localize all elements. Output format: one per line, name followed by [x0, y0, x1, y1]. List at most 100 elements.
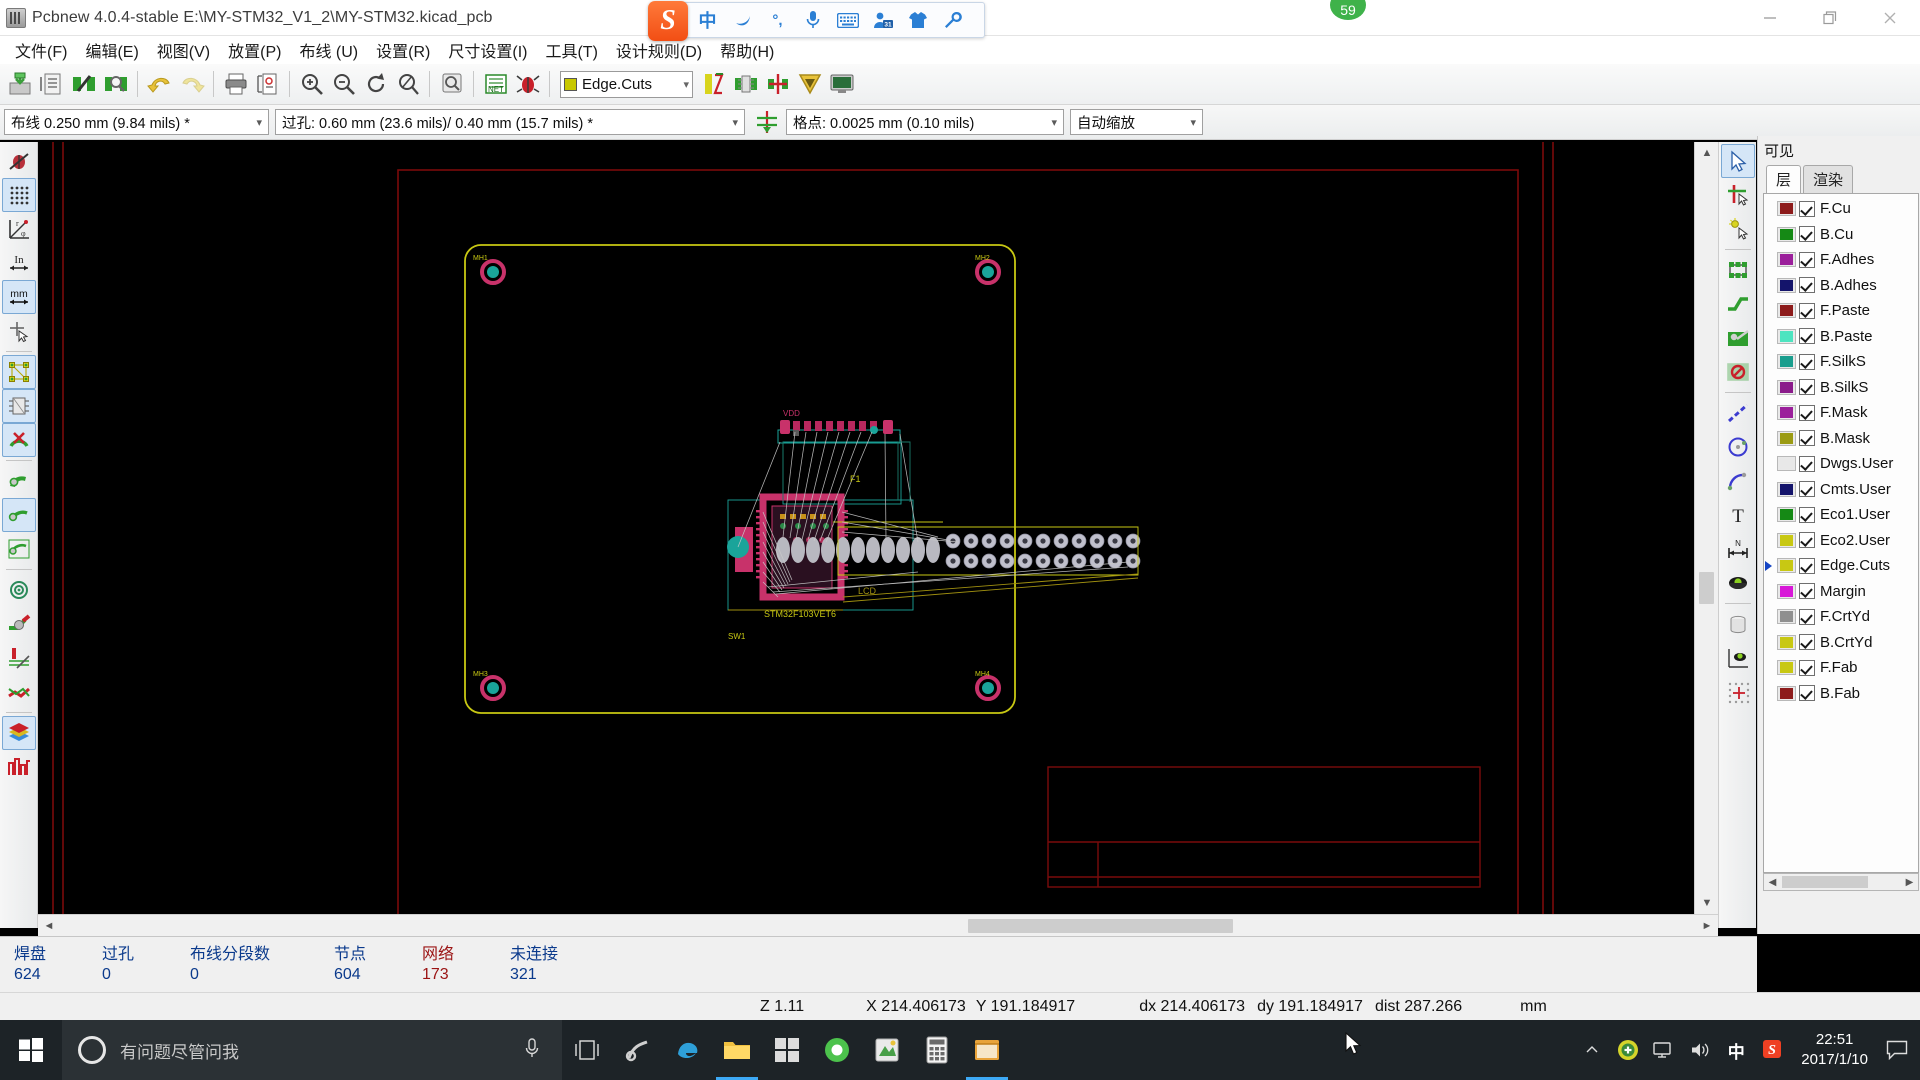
maximize-button[interactable]: [1800, 0, 1860, 36]
via-size-combo[interactable]: 过孔: 0.60 mm (23.6 mils)/ 0.40 mm (15.7 m…: [275, 109, 745, 135]
redo-button[interactable]: [176, 69, 207, 100]
layer-color-swatch[interactable]: [1777, 481, 1796, 497]
add-zone-icon[interactable]: [1721, 321, 1755, 355]
layer-row-b-cu[interactable]: B.Cu: [1764, 222, 1918, 248]
ime-soft-keyboard-icon[interactable]: [830, 4, 865, 36]
taskbar-app-store[interactable]: [762, 1020, 812, 1080]
layer-visibility-checkbox[interactable]: [1799, 379, 1815, 396]
open-board-button[interactable]: [36, 69, 67, 100]
highlight-net-icon[interactable]: [1721, 178, 1755, 212]
layer-color-swatch[interactable]: [1777, 558, 1796, 574]
show-hide-layers-manager-button[interactable]: [698, 69, 729, 100]
close-button[interactable]: [1860, 0, 1920, 36]
units-mm-icon[interactable]: mm: [1, 280, 36, 314]
layer-visibility-checkbox[interactable]: [1799, 277, 1815, 294]
show-zone-filled-icon[interactable]: [2, 464, 36, 498]
ime-punctuation-icon[interactable]: °,: [760, 4, 795, 36]
layers-scroll-right-button[interactable]: ▶: [1901, 874, 1918, 890]
sogou-ime-toolbar[interactable]: S 中 °, 31: [648, 1, 985, 41]
print-button[interactable]: [220, 69, 251, 100]
ime-skin-icon[interactable]: [900, 4, 935, 36]
layer-visibility-checkbox[interactable]: [1799, 404, 1815, 421]
layers-scroll-thumb[interactable]: [1782, 876, 1868, 888]
grid-display-icon[interactable]: [1, 178, 36, 212]
windows-start-icon[interactable]: [0, 1020, 62, 1080]
new-board-button[interactable]: [4, 69, 35, 100]
horizontal-scroll-thumb[interactable]: [968, 919, 1233, 933]
layer-visibility-checkbox[interactable]: [1799, 200, 1815, 217]
microphone-icon[interactable]: [524, 1037, 540, 1064]
layer-color-swatch[interactable]: [1777, 405, 1796, 421]
layer-visibility-checkbox[interactable]: [1799, 608, 1815, 625]
add-keepout-icon[interactable]: [1721, 355, 1755, 389]
auto-track-width-button[interactable]: [751, 107, 782, 138]
grid-combo[interactable]: 格点: 0.0025 mm (0.10 mils) ▾: [786, 109, 1064, 135]
menu-tools[interactable]: 工具(T): [536, 36, 606, 64]
taskbar-clock[interactable]: 22:51 2017/1/10: [1791, 1030, 1878, 1071]
layer-row-b-silks[interactable]: B.SilkS: [1764, 375, 1918, 401]
layer-color-swatch[interactable]: [1777, 609, 1796, 625]
3d-viewer-button[interactable]: [826, 69, 857, 100]
layer-color-swatch[interactable]: [1777, 277, 1796, 293]
layer-row-dwgs-user[interactable]: Dwgs.User: [1764, 451, 1918, 477]
canvas-vertical-scrollbar[interactable]: ▲ ▼: [1694, 142, 1718, 914]
tray-sogou-icon[interactable]: S: [1755, 1020, 1789, 1080]
taskbar-app-explorer[interactable]: [712, 1020, 762, 1080]
taskbar-search-box[interactable]: 有问题尽管问我: [62, 1020, 562, 1080]
polar-coords-icon[interactable]: r φ: [2, 212, 36, 246]
show-vias-sketch-icon[interactable]: [2, 573, 36, 607]
show-microwave-tools-icon[interactable]: [2, 750, 36, 784]
menu-file[interactable]: 文件(F): [6, 36, 76, 64]
redraw-button[interactable]: [360, 69, 391, 100]
layer-color-swatch[interactable]: [1777, 456, 1796, 472]
show-layers-manager-icon[interactable]: [1, 716, 36, 750]
layer-visibility-checkbox[interactable]: [1799, 506, 1815, 523]
drc-button[interactable]: [512, 69, 543, 100]
show-pads-sketch-icon[interactable]: [2, 675, 36, 709]
layer-color-swatch[interactable]: [1777, 226, 1796, 242]
layers-list[interactable]: F.Cu B.Cu F.Adhes B.Adhes F.Paste B.Paste F.Si…: [1763, 193, 1919, 873]
layer-color-swatch[interactable]: [1777, 583, 1796, 599]
layer-row-b-mask[interactable]: B.Mask: [1764, 426, 1918, 452]
layer-row-f-mask[interactable]: F.Mask: [1764, 400, 1918, 426]
ime-moon-icon[interactable]: [725, 4, 760, 36]
vertical-scroll-thumb[interactable]: [1699, 572, 1714, 604]
pcb-canvas[interactable]: MH1 MH2 MH3 MH4 STM32F103VET6 F1 LCD VDD…: [38, 142, 1694, 914]
layers-panel-hscrollbar[interactable]: ◀ ▶: [1763, 873, 1919, 891]
show-module-ratsnest-icon[interactable]: [1, 389, 36, 423]
layer-color-swatch[interactable]: [1777, 685, 1796, 701]
layer-color-swatch[interactable]: [1777, 252, 1796, 268]
units-inches-icon[interactable]: In: [2, 246, 36, 280]
action-center-icon[interactable]: [1880, 1020, 1914, 1080]
layer-row-eco2-user[interactable]: Eco2.User: [1764, 528, 1918, 554]
zoom-in-button[interactable]: [296, 69, 327, 100]
zoom-combo[interactable]: 自动缩放 ▾: [1070, 109, 1203, 135]
show-footprint-sketch-icon[interactable]: [2, 641, 36, 675]
task-view-button[interactable]: [562, 1020, 612, 1080]
taskbar-app-editor[interactable]: [862, 1020, 912, 1080]
layer-row-b-adhes[interactable]: B.Adhes: [1764, 273, 1918, 299]
layer-visibility-checkbox[interactable]: [1799, 583, 1815, 600]
layer-color-swatch[interactable]: [1777, 328, 1796, 344]
ime-voice-input-icon[interactable]: [795, 4, 830, 36]
tray-volume-icon[interactable]: [1683, 1020, 1717, 1080]
layer-visibility-checkbox[interactable]: [1799, 634, 1815, 651]
mode-track-button[interactable]: [762, 69, 793, 100]
delete-icon[interactable]: [1721, 607, 1755, 641]
add-line-icon[interactable]: [1721, 396, 1755, 430]
layer-row-edge-cuts[interactable]: Edge.Cuts: [1764, 553, 1918, 579]
add-dimension-icon[interactable]: N: [1721, 532, 1755, 566]
sogou-logo-icon[interactable]: S: [648, 1, 688, 41]
layer-visibility-checkbox[interactable]: [1799, 659, 1815, 676]
show-tracks-sketch-icon[interactable]: [2, 607, 36, 641]
zoom-fit-button[interactable]: [392, 69, 423, 100]
layer-row-f-silks[interactable]: F.SilkS: [1764, 349, 1918, 375]
plot-button[interactable]: [252, 69, 283, 100]
layer-visibility-checkbox[interactable]: [1799, 481, 1815, 498]
layer-color-swatch[interactable]: [1777, 303, 1796, 319]
layer-visibility-checkbox[interactable]: [1799, 532, 1815, 549]
layer-visibility-checkbox[interactable]: [1799, 353, 1815, 370]
add-arc-icon[interactable]: [1721, 464, 1755, 498]
layer-color-swatch[interactable]: [1777, 379, 1796, 395]
layer-row-b-fab[interactable]: B.Fab: [1764, 681, 1918, 707]
